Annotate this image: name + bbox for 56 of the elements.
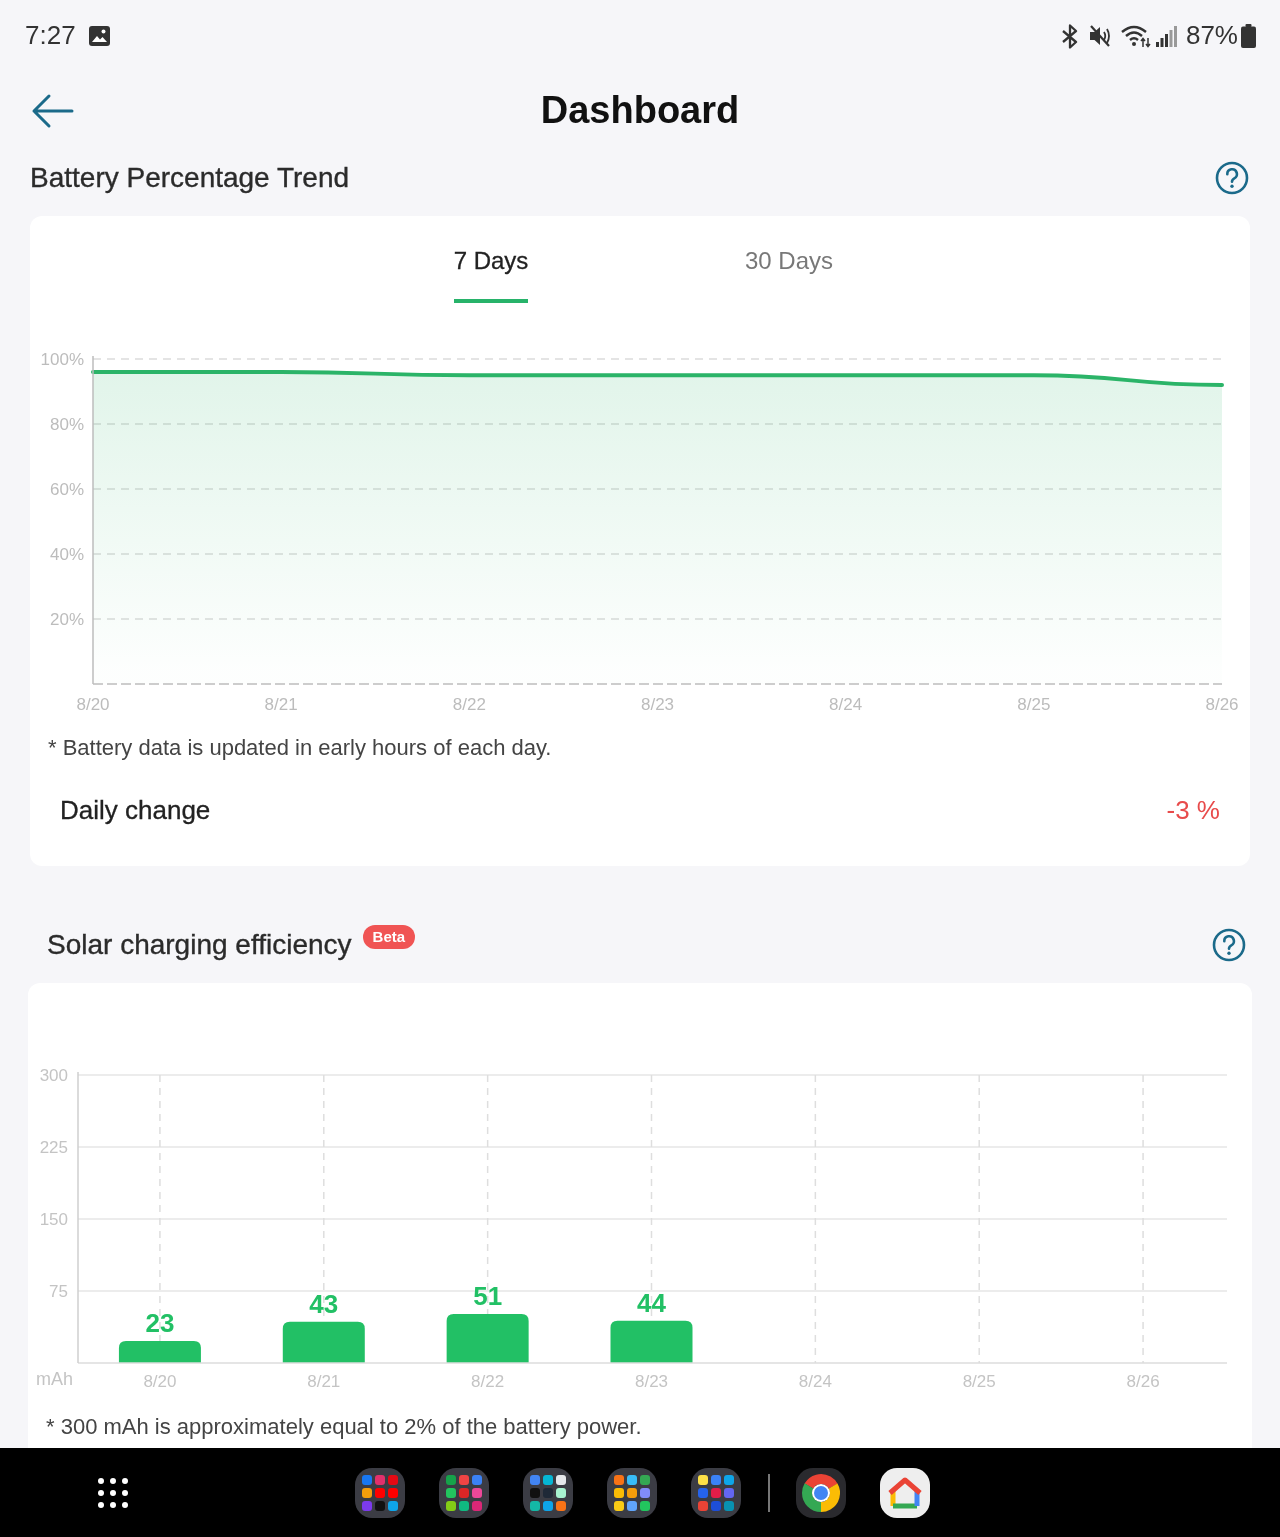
battery-icon xyxy=(1241,24,1256,48)
axis-label: 8/23 xyxy=(634,1372,669,1391)
help-icon[interactable] xyxy=(1215,161,1249,195)
axis-label: 8/25 xyxy=(962,1372,996,1391)
section-title: Solar charging efficiency xyxy=(47,928,352,962)
app-folder-icon[interactable] xyxy=(523,1467,573,1518)
status-time: 7:27 xyxy=(25,20,76,52)
axis-label: 8/26 xyxy=(1205,694,1239,714)
value-label: 43 xyxy=(309,1288,339,1319)
image-icon xyxy=(88,26,110,46)
section-title: Battery Percentage Trend xyxy=(30,161,350,195)
app-grid-icon[interactable] xyxy=(98,1477,128,1508)
axis-label: 8/21 xyxy=(307,1372,341,1391)
axis-label: 8/25 xyxy=(1017,694,1051,714)
muted-speaker-icon xyxy=(1088,24,1112,48)
axis-label: 8/22 xyxy=(471,1372,505,1391)
axis-label: 8/22 xyxy=(452,694,486,714)
app-folder-icon[interactable] xyxy=(691,1467,741,1518)
footnote: * 300 mAh is approximately equal to 2% of the battery power. xyxy=(46,1413,643,1441)
app-folder-icon[interactable] xyxy=(607,1467,657,1518)
axis-label: 80% xyxy=(49,414,84,434)
axis-label: 8/24 xyxy=(798,1372,832,1391)
back-arrow-icon[interactable] xyxy=(30,93,74,129)
circle-logo-app-icon[interactable] xyxy=(796,1467,846,1518)
axis-label: 75 xyxy=(49,1282,68,1301)
axis-label: 8/21 xyxy=(264,694,298,714)
daily-change-value: -3 % xyxy=(1166,793,1220,827)
app-folder-icon[interactable] xyxy=(355,1467,405,1518)
house-app-icon[interactable] xyxy=(880,1467,930,1518)
axis-label: 8/20 xyxy=(143,1372,177,1391)
wifi-icon xyxy=(1120,24,1151,48)
value-label: 51 xyxy=(473,1281,503,1312)
axis-label: 8/23 xyxy=(640,694,675,714)
axis-label: 40% xyxy=(49,544,84,564)
tab[interactable]: 7 Days xyxy=(453,247,529,303)
axis-label: 150 xyxy=(39,1210,68,1229)
axis-label: 225 xyxy=(39,1138,68,1157)
tab[interactable]: 30 Days xyxy=(744,247,833,303)
value-label: 23 xyxy=(145,1307,175,1338)
axis-label: 100% xyxy=(40,349,84,369)
axis-label: 60% xyxy=(49,479,84,499)
beta-badge: Beta xyxy=(362,925,416,950)
help-icon[interactable] xyxy=(1212,928,1246,962)
footnote: * Battery data is updated in early hours of each day. xyxy=(48,733,553,762)
axis-label: 300 xyxy=(39,1066,68,1085)
axis-label: 20% xyxy=(49,609,84,629)
axis-label: 8/24 xyxy=(829,694,863,714)
daily-change-label: Daily change xyxy=(60,793,211,827)
page-title: Dashboard xyxy=(540,88,740,134)
value-label: 44 xyxy=(637,1287,666,1318)
axis-unit-label: mAh xyxy=(36,1369,73,1389)
axis-label: 8/20 xyxy=(76,694,110,714)
battery-percentage: 87% xyxy=(1185,20,1238,52)
axis-label: 8/26 xyxy=(1126,1372,1160,1391)
signal-icon xyxy=(1155,25,1177,47)
app-folder-icon[interactable] xyxy=(439,1467,489,1518)
